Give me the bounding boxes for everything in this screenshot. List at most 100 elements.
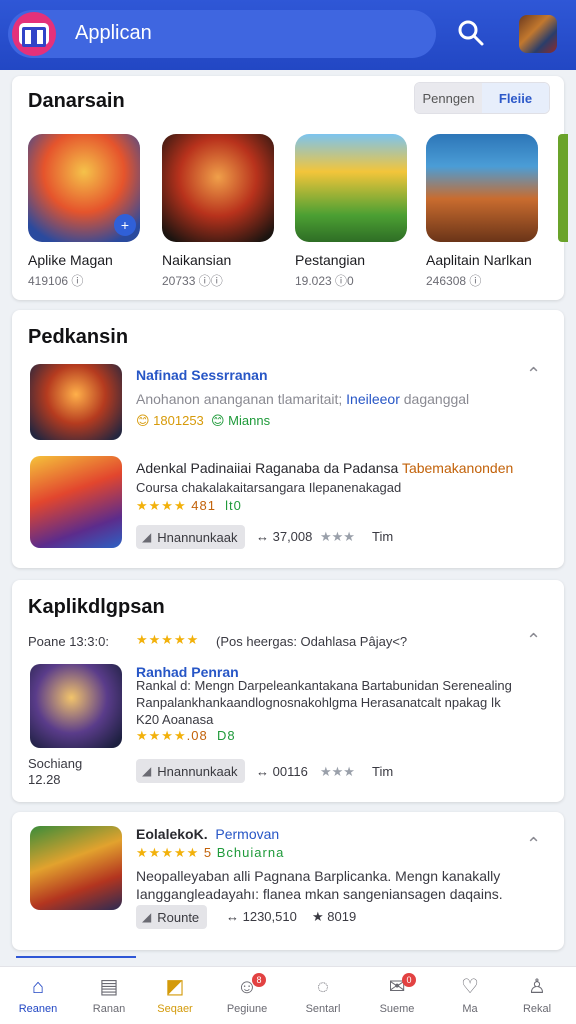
- app-meta: 419106 ⓘ: [28, 274, 84, 288]
- list-section: EolalekoK. Permovan ★★★★★ 5 Bchuiarna Ne…: [12, 812, 564, 950]
- app-name: Pestangian: [295, 252, 366, 268]
- gamepad-icon: ☺ 8: [214, 973, 280, 1001]
- app-description: Anohanon ananganan tlamaritait; Ineileeo…: [136, 391, 470, 407]
- app-name: Aaplitain Narlkan: [426, 252, 532, 268]
- rating-stars-secondary: ★★★: [320, 529, 355, 544]
- more-link[interactable]: Tim: [372, 529, 393, 544]
- chevron-up-icon[interactable]: ⌃: [526, 834, 541, 855]
- nav-item-home[interactable]: ⌂ Reanen: [5, 973, 71, 1015]
- side-label: Sochiang: [28, 756, 83, 771]
- rating-stars: ★★★★.08 D8: [136, 728, 236, 743]
- score: ★ 8019: [312, 909, 357, 924]
- game-art-image: [426, 134, 538, 242]
- download-count: ↔ 00116: [256, 764, 308, 779]
- nav-item-profile[interactable]: ♙ Rekal: [504, 973, 570, 1015]
- add-icon[interactable]: +: [114, 214, 136, 236]
- list-section: Kaplikdlgpsan Poane 13:3:0: ★★★★★ (Pos h…: [12, 580, 564, 802]
- bottom-navigation: ⌂ Reanen ▤ Ranan ◩ Seqaer ☺ 8 Pegiune ◌ S…: [0, 966, 576, 1024]
- game-icon-image[interactable]: [30, 826, 122, 910]
- game-icon-image[interactable]: [30, 364, 122, 440]
- timestamp: Poane 13:3:0:: [28, 634, 109, 649]
- section-title: Kaplikdlgpsan: [28, 596, 165, 618]
- nav-label: Ranan: [92, 1003, 126, 1015]
- games-icon: ◩: [165, 976, 185, 998]
- store-icon: ▤: [99, 976, 119, 998]
- toggle-option-1[interactable]: Penngen: [415, 83, 482, 113]
- nav-item-gamepad[interactable]: ☺ 8 Pegiune: [214, 973, 280, 1015]
- nav-label: Pegiune: [226, 1003, 268, 1015]
- profile-icon: ♙: [528, 976, 546, 998]
- game-art-image: [295, 134, 407, 242]
- nav-item-store[interactable]: ▤ Ranan: [76, 973, 142, 1015]
- nav-item-chat[interactable]: ◌ Sentarl: [290, 973, 356, 1015]
- nav-item-messages[interactable]: ✉ 0 Sueme: [364, 973, 430, 1015]
- rating-stars: ★★★★★: [136, 632, 200, 647]
- game-icon-image[interactable]: [30, 664, 122, 748]
- section-title: Danarsain: [28, 90, 125, 112]
- install-chip[interactable]: ◢ Hnannunkaak: [136, 525, 246, 549]
- app-meta: 20733 ⓘⓘ: [162, 274, 223, 288]
- messages-icon: ✉ 0: [364, 973, 430, 1001]
- toggle-option-2[interactable]: Fleiie: [482, 83, 549, 113]
- app-description: Neopalleyaban alli Pagnana Barplicanka. …: [136, 868, 501, 884]
- heart-icon: ♡: [461, 976, 479, 998]
- game-art-image: [162, 134, 274, 242]
- app-title-link[interactable]: Nafinad Sessrranan: [136, 367, 268, 383]
- chevron-up-icon[interactable]: ⌃: [526, 630, 541, 651]
- nav-label: Seqaer: [157, 1003, 193, 1015]
- app-title-line: Adenkal Padinaiiai Raganaba da Padansa T…: [136, 460, 514, 476]
- next-tile-peek: [558, 134, 568, 242]
- home-icon: ⌂: [31, 976, 45, 998]
- review-text: (Pos heergas: Odahlasa Pâjay<?: [216, 634, 408, 649]
- app-meta: 😊 1801253 😊 Mianns: [136, 413, 271, 428]
- download-icon: ◢: [142, 530, 152, 544]
- app-description-2: Ianggangleadayahı: flanea mkan sangenian…: [136, 886, 503, 902]
- list-section: Pedkansin Nafinad Sessrranan Anohanon an…: [12, 310, 564, 568]
- nav-item-games[interactable]: ◩ Seqaer: [142, 973, 208, 1015]
- logo-glyph-icon: [19, 23, 49, 47]
- app-tile[interactable]: + Aplike Magan 419106 ⓘ: [28, 134, 144, 289]
- download-icon: ◢: [142, 764, 152, 778]
- nav-item-favorites[interactable]: ♡ Ma: [437, 973, 503, 1015]
- app-meta: 19.023 ⓘ0: [295, 274, 354, 288]
- game-art-image: +: [28, 134, 140, 242]
- rating-stars: ★★★★ 481 lt0: [136, 498, 242, 513]
- top-app-bar: Applican: [0, 0, 576, 70]
- section-title: Pedkansin: [28, 326, 129, 348]
- app-name: Aplike Magan: [28, 252, 113, 268]
- game-icon-image[interactable]: [30, 456, 122, 548]
- app-search-bar[interactable]: [8, 10, 436, 58]
- nav-label: Sueme: [379, 1003, 415, 1015]
- app-description-2: Ranpalankhankaandlognosnakohlgma Herasan…: [136, 695, 501, 710]
- nav-label: Ma: [462, 1003, 478, 1015]
- app-name: Naikansian: [162, 252, 232, 268]
- download-count: ↔ 37,008: [256, 529, 313, 544]
- more-link[interactable]: Tim: [372, 764, 393, 779]
- app-description-3: K20 Aoanasa: [136, 712, 214, 727]
- chevron-up-icon[interactable]: ⌃: [526, 364, 541, 385]
- download-icon: ◢: [142, 910, 152, 924]
- app-description: Rankal d: Mengn Darpeleankantakana Barta…: [136, 678, 512, 693]
- install-chip[interactable]: ◢ Hnannunkaak: [136, 759, 246, 783]
- notification-badge: 8: [252, 973, 266, 987]
- install-chip[interactable]: ◢ Rounte: [136, 905, 208, 929]
- side-value: 12.28: [28, 772, 61, 787]
- notification-badge: 0: [402, 973, 416, 987]
- search-icon[interactable]: [456, 18, 486, 48]
- segmented-toggle: Penngen Fleiie: [414, 82, 550, 114]
- avatar[interactable]: [519, 15, 557, 53]
- active-indicator: [16, 956, 136, 958]
- nav-label: Reanen: [18, 1003, 58, 1015]
- app-logo[interactable]: [12, 12, 56, 56]
- app-meta: 246308 ⓘ: [426, 274, 482, 288]
- app-title: Applican: [75, 22, 152, 44]
- app-tile[interactable]: Naikansian 20733 ⓘⓘ: [162, 134, 278, 289]
- featured-section: Danarsain Penngen Fleiie + Aplike Magan …: [12, 76, 564, 300]
- app-description: Coursa chakalakaitarsangara Ilepanenakag…: [136, 480, 402, 495]
- rating-stars: ★★★★★ 5 Bchuiarna: [136, 845, 285, 860]
- app-tile[interactable]: Pestangian 19.023 ⓘ0: [295, 134, 411, 289]
- chat-icon: ◌: [317, 976, 329, 998]
- app-title: EolalekoK. Permovan: [136, 826, 280, 842]
- rating-stars-secondary: ★★★: [320, 764, 355, 779]
- app-tile[interactable]: Aaplitain Narlkan 246308 ⓘ: [426, 134, 542, 289]
